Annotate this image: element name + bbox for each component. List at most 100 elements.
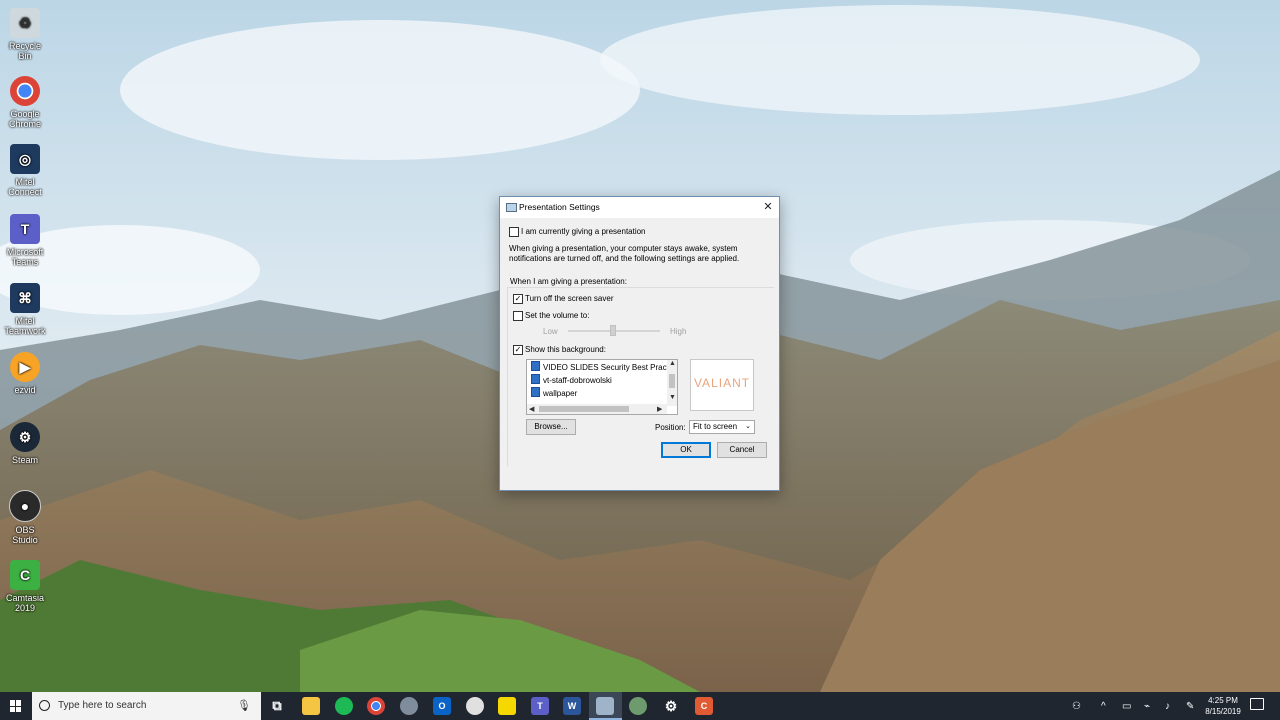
desktop-icon-steam[interactable]: ⚙ Steam xyxy=(2,422,48,465)
giving-presentation-checkbox[interactable] xyxy=(509,227,519,237)
mitel-connect-icon: ◎ xyxy=(10,144,40,174)
desktop-icon-label: Steam xyxy=(11,455,38,465)
desktop-icon-ezvid[interactable]: ▶ ezvid xyxy=(2,352,48,395)
system-clock[interactable]: 4:25 PM 8/15/2019 xyxy=(1200,695,1246,717)
list-item-selected[interactable]: wallpaper xyxy=(531,387,577,399)
taskbar: Type here to search 🎙 ⧉ O T W ⚙ C ⚇ ^ ▭ … xyxy=(0,692,1280,720)
screen-saver-checkbox[interactable]: ✓ xyxy=(513,294,523,304)
checkmark-icon: ✓ xyxy=(514,294,522,303)
volume-high-label: High xyxy=(670,327,687,336)
spotify-icon[interactable] xyxy=(335,697,353,715)
background-checkbox[interactable]: ✓ xyxy=(513,345,523,355)
presentation-icon xyxy=(506,203,517,212)
browse-button[interactable]: Browse... xyxy=(526,419,576,435)
windows-logo-icon xyxy=(10,700,22,712)
outlook-icon[interactable]: O xyxy=(433,697,451,715)
scroll-right-icon[interactable]: ▶ xyxy=(657,405,662,413)
desktop-icon-mitel-connect[interactable]: ◎ Mitel Connect xyxy=(2,144,48,197)
horizontal-scrollbar[interactable]: ◀ ▶ xyxy=(527,404,667,414)
start-button[interactable] xyxy=(0,692,32,720)
checkmark-icon: ✓ xyxy=(514,345,522,354)
scroll-down-icon[interactable]: ▼ xyxy=(669,394,676,401)
desktop-icon-mitel-teamwork[interactable]: ⌘ Mitel Teamwork xyxy=(2,283,48,336)
xbox-icon[interactable] xyxy=(466,697,484,715)
battery-icon[interactable]: ▭ xyxy=(1122,692,1131,720)
desktop-icon-label: ezvid xyxy=(14,385,36,395)
scroll-thumb[interactable] xyxy=(539,406,629,412)
image-file-icon xyxy=(531,387,540,397)
preview-logo-text: VALIANT xyxy=(693,376,751,390)
steam-icon: ⚙ xyxy=(10,422,40,452)
scroll-thumb[interactable] xyxy=(669,374,675,388)
position-dropdown[interactable]: Fit to screen ⌄ xyxy=(689,420,755,434)
teams-icon[interactable]: T xyxy=(531,697,549,715)
background-preview: VALIANT xyxy=(690,359,754,411)
chrome-icon xyxy=(10,76,40,106)
image-file-icon xyxy=(531,361,540,371)
person-icon[interactable]: ⚇ xyxy=(1072,692,1081,720)
desktop-icon-label: Mitel Teamwork xyxy=(4,316,46,336)
cancel-button[interactable]: Cancel xyxy=(717,442,767,458)
chevron-down-icon: ⌄ xyxy=(745,423,751,430)
presentation-description: When giving a presentation, your compute… xyxy=(509,244,740,263)
word-icon[interactable]: W xyxy=(563,697,581,715)
volume-slider-thumb[interactable] xyxy=(610,325,616,336)
notification-icon[interactable] xyxy=(1250,698,1264,710)
ok-button[interactable]: OK xyxy=(661,442,711,458)
list-item[interactable]: vt-staff-dobrowolski xyxy=(531,374,612,386)
giving-presentation-label: I am currently giving a presentation xyxy=(521,227,646,236)
chevron-up-icon[interactable]: ^ xyxy=(1101,692,1106,720)
camtasia-icon: C xyxy=(10,560,40,590)
obs-icon: ● xyxy=(9,490,41,522)
camtasia-icon[interactable]: C xyxy=(695,697,713,715)
app-icon-2[interactable] xyxy=(629,697,647,715)
volume-low-label: Low xyxy=(543,327,558,336)
desktop-icon-microsoft-teams[interactable]: T Microsoft Teams xyxy=(2,214,48,267)
scroll-left-icon[interactable]: ◀ xyxy=(529,405,534,413)
file-explorer-icon[interactable] xyxy=(302,697,320,715)
sticky-notes-icon[interactable] xyxy=(498,697,516,715)
search-icon xyxy=(39,700,50,711)
list-item[interactable]: VIDEO SLIDES Security Best Practice xyxy=(531,361,677,373)
app-icon[interactable] xyxy=(400,697,418,715)
volume-icon[interactable]: ♪ xyxy=(1165,692,1170,720)
close-button[interactable]: ✕ xyxy=(757,197,779,218)
mitel-teamwork-icon: ⌘ xyxy=(10,283,40,313)
search-placeholder: Type here to search xyxy=(58,700,147,711)
teams-icon: T xyxy=(10,214,40,244)
microphone-icon[interactable]: 🎙 xyxy=(237,699,251,712)
volume-checkbox[interactable] xyxy=(513,311,523,321)
desktop-icon-camtasia[interactable]: C Camtasia 2019 xyxy=(2,560,48,613)
presentation-settings-dialog: Presentation Settings ✕ I am currently g… xyxy=(499,196,780,491)
clock-date: 8/15/2019 xyxy=(1205,707,1241,716)
dialog-title: Presentation Settings xyxy=(519,202,600,212)
power-icon[interactable]: ⌁ xyxy=(1144,692,1150,720)
chrome-icon[interactable] xyxy=(367,697,385,715)
background-listbox[interactable]: VIDEO SLIDES Security Best Practice vt-s… xyxy=(526,359,678,415)
scroll-up-icon[interactable]: ▲ xyxy=(669,360,676,367)
settings-icon[interactable]: ⚙ xyxy=(662,697,680,715)
desktop-icon-label: Google Chrome xyxy=(8,109,41,129)
desktop-icon-recycle-bin[interactable]: ♻ Recycle Bin xyxy=(2,8,48,61)
position-value: Fit to screen xyxy=(693,422,738,431)
vertical-scrollbar[interactable]: ▲ ▼ xyxy=(667,360,677,406)
desktop-icon-google-chrome[interactable]: Google Chrome xyxy=(2,76,48,129)
group-label: When I am giving a presentation: xyxy=(510,277,629,286)
screen-saver-label: Turn off the screen saver xyxy=(525,294,614,303)
desktop-icon-label: OBS Studio xyxy=(12,525,38,545)
image-file-icon xyxy=(531,374,540,384)
search-box[interactable]: Type here to search 🎙 xyxy=(32,692,261,720)
close-icon: ✕ xyxy=(763,201,773,213)
clock-time: 4:25 PM xyxy=(1208,696,1238,705)
background-label: Show this background: xyxy=(525,345,606,354)
volume-label: Set the volume to: xyxy=(525,311,590,320)
recycle-bin-icon: ♻ xyxy=(10,8,40,38)
position-label: Position: xyxy=(655,423,686,432)
dialog-titlebar[interactable]: Presentation Settings ✕ xyxy=(500,197,779,218)
desktop-icon-label: Microsoft Teams xyxy=(6,247,44,267)
desktop-icon-label: Mitel Connect xyxy=(8,177,42,197)
presentation-settings-icon[interactable] xyxy=(596,697,614,715)
desktop-icon-obs-studio[interactable]: ● OBS Studio xyxy=(2,490,48,545)
task-view-icon[interactable]: ⧉ xyxy=(268,697,286,715)
pen-icon[interactable]: ✎ xyxy=(1186,692,1194,720)
